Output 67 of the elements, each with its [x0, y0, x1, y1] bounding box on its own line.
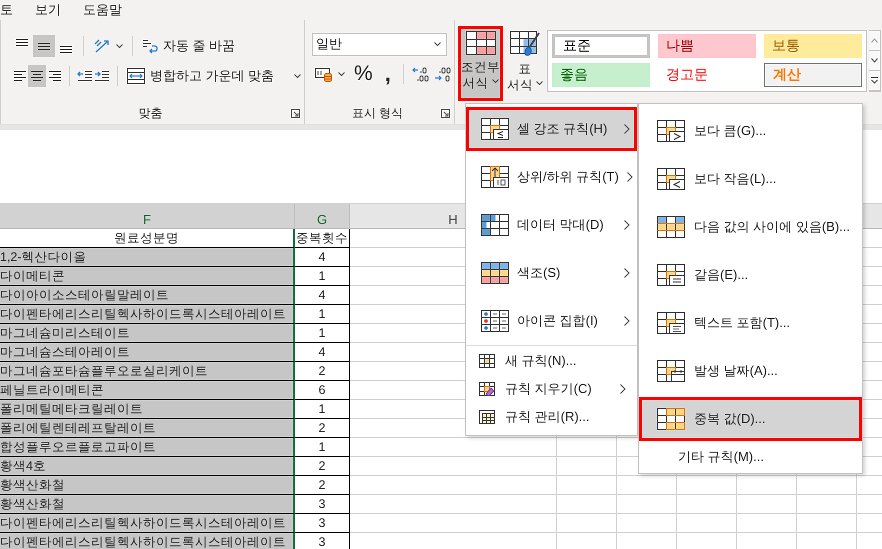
menu-item[interactable]: 아이콘 집합(I) — [466, 299, 637, 343]
table-cell: 다이펜타에리스리틸헥사하이드록시스테아레이트 — [0, 533, 295, 549]
merge-center-button[interactable]: 병합하고 가운데 맞춤 — [124, 64, 304, 88]
cell-style[interactable]: 나쁨 — [658, 34, 756, 58]
table-cell: 1 — [295, 400, 350, 419]
table-cell: 다이펜타에리스리틸헥사하이드록시스테아레이트 — [0, 514, 295, 533]
number-format-dropdown[interactable]: 일반 — [312, 32, 447, 56]
table-cell: 6 — [295, 381, 350, 400]
cell-style[interactable]: 경고문 — [658, 63, 756, 87]
column-header[interactable]: F — [0, 204, 295, 228]
group-label: 표시 형식 — [352, 104, 404, 122]
menu-item[interactable]: 다음 값의 사이에 있음(B)... — [639, 205, 862, 249]
wrap-text-button[interactable]: 자동 줄 바꿈 — [139, 34, 238, 58]
table-cell: 2 — [295, 476, 350, 495]
table-cell: 2 — [295, 457, 350, 476]
cell-style[interactable]: 좋음 — [552, 63, 650, 87]
table-cell: 다이아이소스테아릴말레이트 — [0, 286, 295, 305]
menu-item[interactable]: 중복 값(D)... — [639, 397, 862, 441]
table-cell: 3 — [295, 514, 350, 533]
menu-item[interactable]: 발생 날짜(A)... — [639, 349, 862, 393]
table-cell: 4 — [295, 248, 350, 267]
ribbon-tab[interactable]: 보기 — [35, 1, 61, 19]
group-label: 맞춤 — [138, 104, 162, 122]
menu-item[interactable]: 보다 작음(L)... — [639, 157, 862, 201]
table-header-cell: 중복횟수 — [295, 229, 350, 248]
table-cell: 2 — [295, 362, 350, 381]
table-cell: 1,2-헥산다이올 — [0, 248, 295, 267]
menu-item[interactable]: 규칙 관리(R)... — [466, 403, 637, 431]
table-cell: 다이펜타에리스리틸헥사하이드록시스테아레이트 — [0, 305, 295, 324]
table-cell: 페닐트라이메티콘 — [0, 381, 295, 400]
table-cell: 합성플루오르플로고파이트 — [0, 438, 295, 457]
column-header[interactable]: G — [295, 204, 350, 228]
table-cell: 1 — [295, 305, 350, 324]
table-cell: 1 — [295, 267, 350, 286]
table-cell: 마그네슘미리스테이트 — [0, 324, 295, 343]
ribbon-tab[interactable]: 도움말 — [83, 1, 122, 19]
menu-item[interactable]: 상위/하위 규칙(T) — [466, 155, 637, 199]
conditional-formatting-button[interactable]: 조건부 서식 — [458, 26, 503, 101]
table-cell: 마그네슘스테아레이트 — [0, 343, 295, 362]
table-cell: 황색산화철 — [0, 476, 295, 495]
table-cell: 1 — [295, 438, 350, 457]
ribbon-tab[interactable]: 토 — [0, 1, 13, 19]
percent-button[interactable]: % — [348, 62, 379, 86]
table-cell: 황색산화철 — [0, 495, 295, 514]
table-cell: 폴리메틸메타크릴레이트 — [0, 400, 295, 419]
table-cell: 마그네슘포타슘플루오로실리케이트 — [0, 362, 295, 381]
menu-item[interactable]: 텍스트 포함(T)... — [639, 301, 862, 345]
table-cell: 2 — [295, 419, 350, 438]
table-cell: 황색4호 — [0, 457, 295, 476]
table-cell: 4 — [295, 286, 350, 305]
table-cell: 1 — [295, 324, 350, 343]
table-cell: 폴리에틸렌테레프탈레이트 — [0, 419, 295, 438]
menu-item[interactable]: 색조(S) — [466, 251, 637, 295]
menu-item[interactable]: 규칙 지우기(C) — [466, 375, 637, 403]
format-as-table-button[interactable]: 표 서식 — [505, 26, 545, 101]
table-header-cell: 원료성분명 — [0, 229, 295, 248]
menu-item[interactable]: 셀 강조 규칙(H) — [466, 107, 637, 151]
menu-item[interactable]: 같음(E)... — [639, 253, 862, 297]
menu-item[interactable]: 새 규칙(N)... — [466, 347, 637, 375]
comma-style-button[interactable]: , — [378, 62, 397, 86]
cell-style[interactable]: 표준 — [552, 34, 650, 58]
table-cell: 3 — [295, 495, 350, 514]
table-cell: 4 — [295, 343, 350, 362]
menu-item[interactable]: 기타 규칙(M)... — [639, 445, 862, 469]
menu-item[interactable]: 보다 큼(G)... — [639, 109, 862, 153]
table-cell: 다이메티콘 — [0, 267, 295, 286]
cell-style[interactable]: 보통 — [764, 34, 862, 58]
